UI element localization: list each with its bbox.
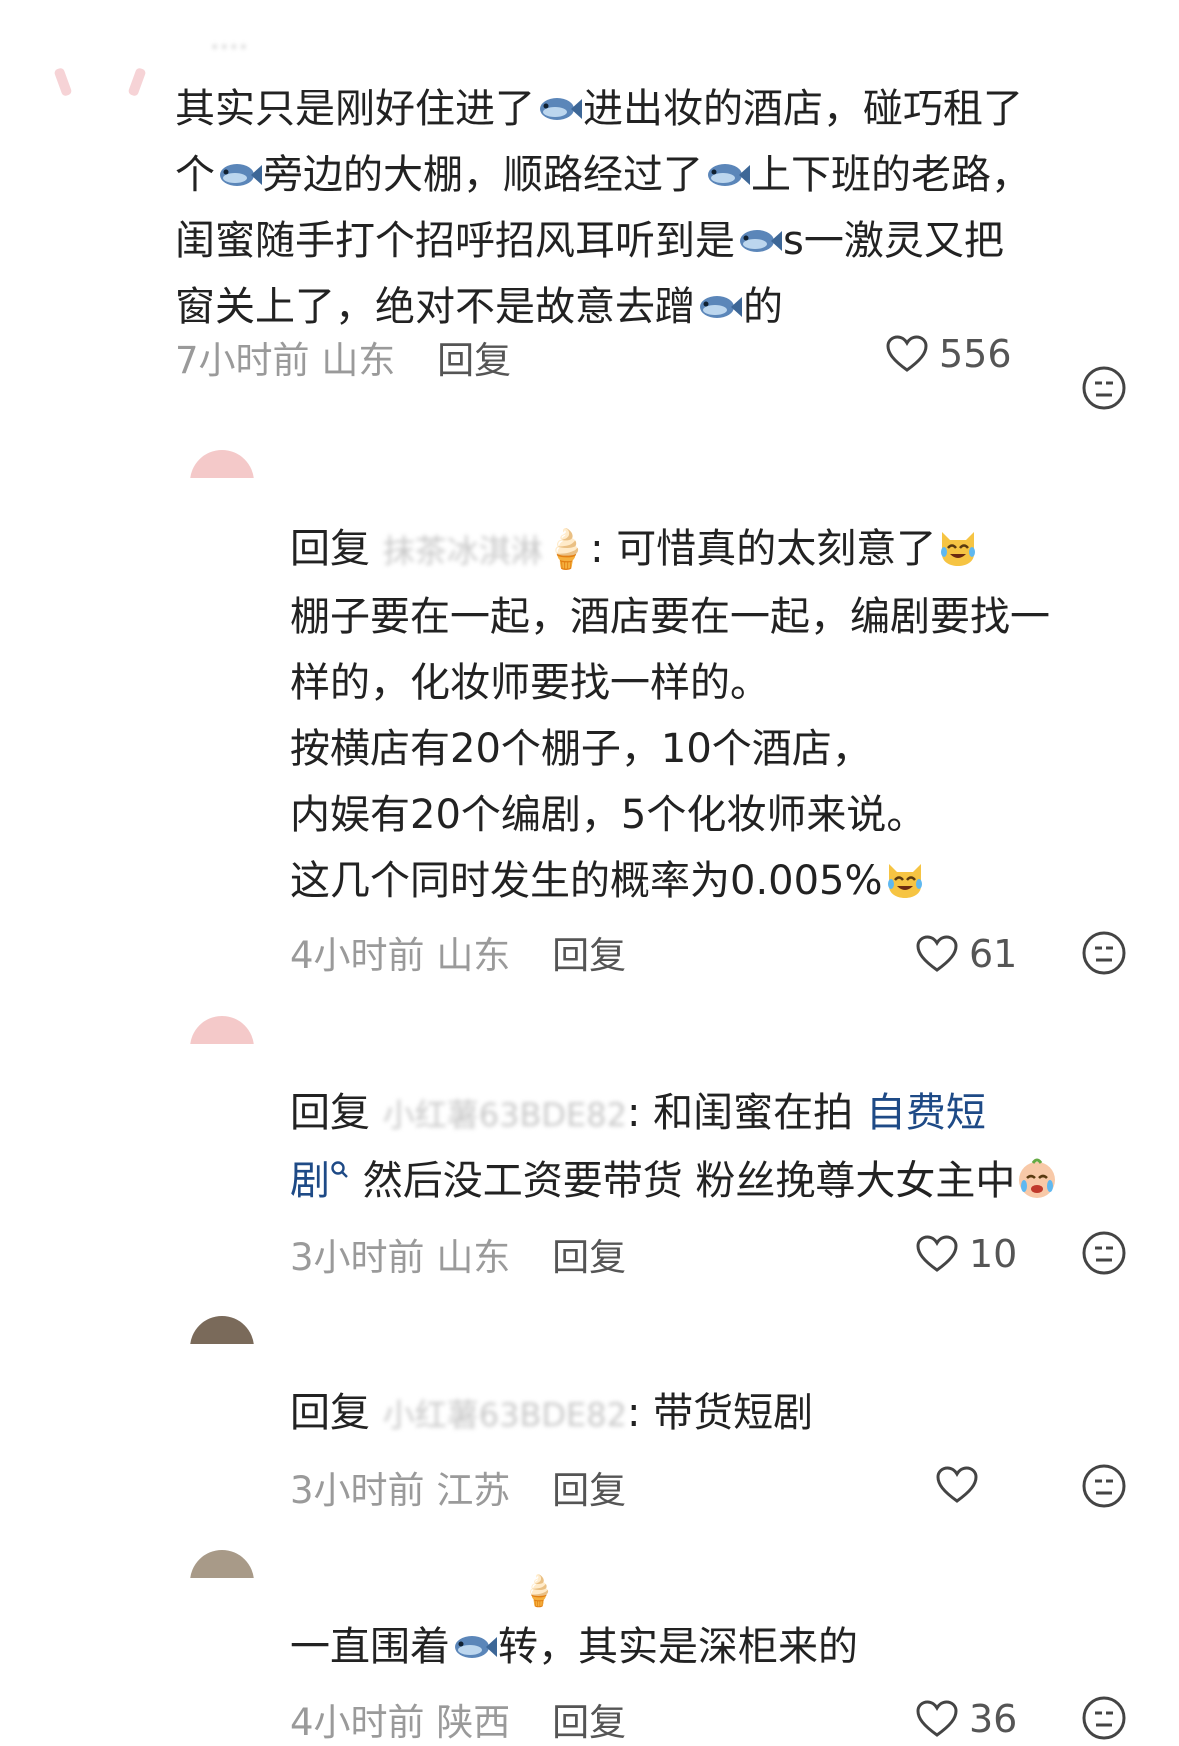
heart-outline-icon	[916, 1700, 958, 1737]
heart-outline-icon	[936, 1466, 978, 1503]
emoji-face-icon[interactable]	[1081, 930, 1127, 976]
search-icon[interactable]	[330, 1160, 350, 1180]
like-count: 10	[969, 1232, 1018, 1276]
reply-to-username[interactable]: 小红薯63BDE82	[383, 1096, 627, 1134]
reply-button[interactable]: 回复	[552, 1236, 626, 1279]
comment-text: 一直围着 转，其实是深柜来的	[290, 1624, 858, 1670]
emoji-face-icon[interactable]	[1081, 1230, 1127, 1276]
comment-meta: 4小时前 山东 回复	[290, 925, 626, 979]
avatar[interactable]	[190, 450, 254, 478]
comment-meta: 4小时前 陕西 回复	[290, 1692, 626, 1746]
like-button[interactable]: 36	[915, 1697, 1017, 1741]
fish-emoji-icon	[740, 230, 782, 252]
heart-outline-icon	[916, 1235, 958, 1272]
heart-outline-icon	[916, 935, 958, 972]
fish-emoji-icon	[220, 164, 262, 186]
timestamp: 3小时前	[290, 1236, 425, 1279]
crying-face-emoji-icon	[1019, 1158, 1056, 1198]
reply-button[interactable]: 回复	[437, 339, 511, 382]
heart-outline-icon	[886, 335, 928, 372]
location: 山东	[321, 339, 396, 382]
comment-meta: 3小时前 山东 回复	[290, 1227, 626, 1281]
comment-line: 样的，化妆师要找一样的。	[290, 660, 770, 706]
ice-cream-emoji-icon: 🍦	[542, 527, 591, 571]
decorative-stroke-right	[127, 67, 147, 97]
reply-to-username[interactable]: 小红薯63BDE82	[383, 1396, 627, 1434]
comment-line: 其实只是刚好住进了 进出妆的酒店，碰巧租了	[175, 86, 1023, 132]
cropped-username: ····	[210, 30, 249, 65]
emoji-face-icon[interactable]	[1081, 1463, 1127, 1509]
decorative-stroke-left	[53, 67, 73, 97]
fish-emoji-icon	[708, 164, 750, 186]
fish-emoji-icon	[540, 98, 582, 120]
comment-line: 回复 抹茶冰淇淋🍦: 可惜真的太刻意了	[290, 516, 1050, 584]
comment-meta: 3小时前 江苏 回复	[290, 1460, 626, 1514]
like-button[interactable]: 10	[915, 1232, 1017, 1276]
comment-line: 回复 小红薯63BDE82: 和闺蜜在拍 自费短	[290, 1090, 986, 1136]
comment-line: 剧 然后没工资要带货 粉丝挽尊大女主中	[290, 1148, 1059, 1214]
comment-line: 这几个同时发生的概率为0.005%	[290, 848, 1050, 914]
emoji-face-icon[interactable]	[1081, 365, 1127, 411]
like-button[interactable]: 556	[885, 332, 1012, 376]
avatar[interactable]	[190, 1016, 254, 1044]
like-count: 61	[969, 932, 1018, 976]
location: 山东	[436, 934, 511, 977]
cat-tears-of-joy-emoji-icon	[941, 532, 976, 566]
search-link[interactable]: 剧	[290, 1158, 330, 1204]
location: 江苏	[436, 1469, 511, 1512]
comment-line: 按横店有20个棚子，10个酒店，	[290, 726, 872, 772]
fish-emoji-icon	[455, 1636, 497, 1658]
like-count: 36	[969, 1697, 1018, 1741]
timestamp: 4小时前	[290, 1701, 425, 1744]
comment-line: 回复 小红薯63BDE82: 带货短剧	[290, 1390, 814, 1436]
comment-line: 个旁边的大棚，顺路经过了 上下班的老路，	[175, 152, 1031, 198]
fish-emoji-icon	[700, 296, 742, 318]
comment-line: 内娱有20个编剧，5个化妆师来说。	[290, 792, 927, 838]
comment: 其实只是刚好住进了 进出妆的酒店，碰巧租了 个旁边的大棚，顺路经过了 上下班的老路，…	[175, 76, 1031, 340]
like-button[interactable]	[935, 1465, 989, 1505]
ice-cream-emoji-icon: 🍦	[520, 1574, 558, 1609]
avatar[interactable]	[190, 1550, 254, 1578]
comment-line: 闺蜜随手打个招呼招风耳听到是 s一激灵又把	[175, 218, 1004, 264]
timestamp: 3小时前	[290, 1469, 425, 1512]
reply-button[interactable]: 回复	[552, 1701, 626, 1744]
emoji-face-icon[interactable]	[1081, 1695, 1127, 1741]
reply-comment: 回复 抹茶冰淇淋🍦: 可惜真的太刻意了 棚子要在一起，酒店要在一起，编剧要找一 …	[290, 516, 1050, 914]
like-count: 556	[939, 332, 1012, 376]
comment-meta: 7小时前 山东 回复	[175, 330, 511, 384]
reply-button[interactable]: 回复	[552, 1469, 626, 1512]
timestamp: 4小时前	[290, 934, 425, 977]
cat-tears-of-joy-emoji-icon	[887, 864, 922, 898]
reply-button[interactable]: 回复	[552, 934, 626, 977]
timestamp: 7小时前	[175, 339, 310, 382]
reply-comment: 回复 小红薯63BDE82: 带货短剧	[290, 1380, 813, 1448]
comment-text: 其实只是刚好住进了 进出妆的酒店，碰巧租了 个旁边的大棚，顺路经过了 上下班的老路，…	[175, 76, 1031, 340]
search-link[interactable]: 自费短	[866, 1090, 986, 1136]
like-button[interactable]: 61	[915, 932, 1017, 976]
avatar[interactable]	[190, 1316, 254, 1344]
reply-to-username[interactable]: 抹茶冰淇淋	[383, 532, 543, 570]
location: 陕西	[436, 1701, 511, 1744]
location: 山东	[436, 1236, 511, 1279]
comment-line: 棚子要在一起，酒店要在一起，编剧要找一	[290, 594, 1050, 640]
reply-comment: 回复 小红薯63BDE82: 和闺蜜在拍 自费短 剧 然后没工资要带货 粉丝挽尊…	[290, 1080, 1059, 1214]
